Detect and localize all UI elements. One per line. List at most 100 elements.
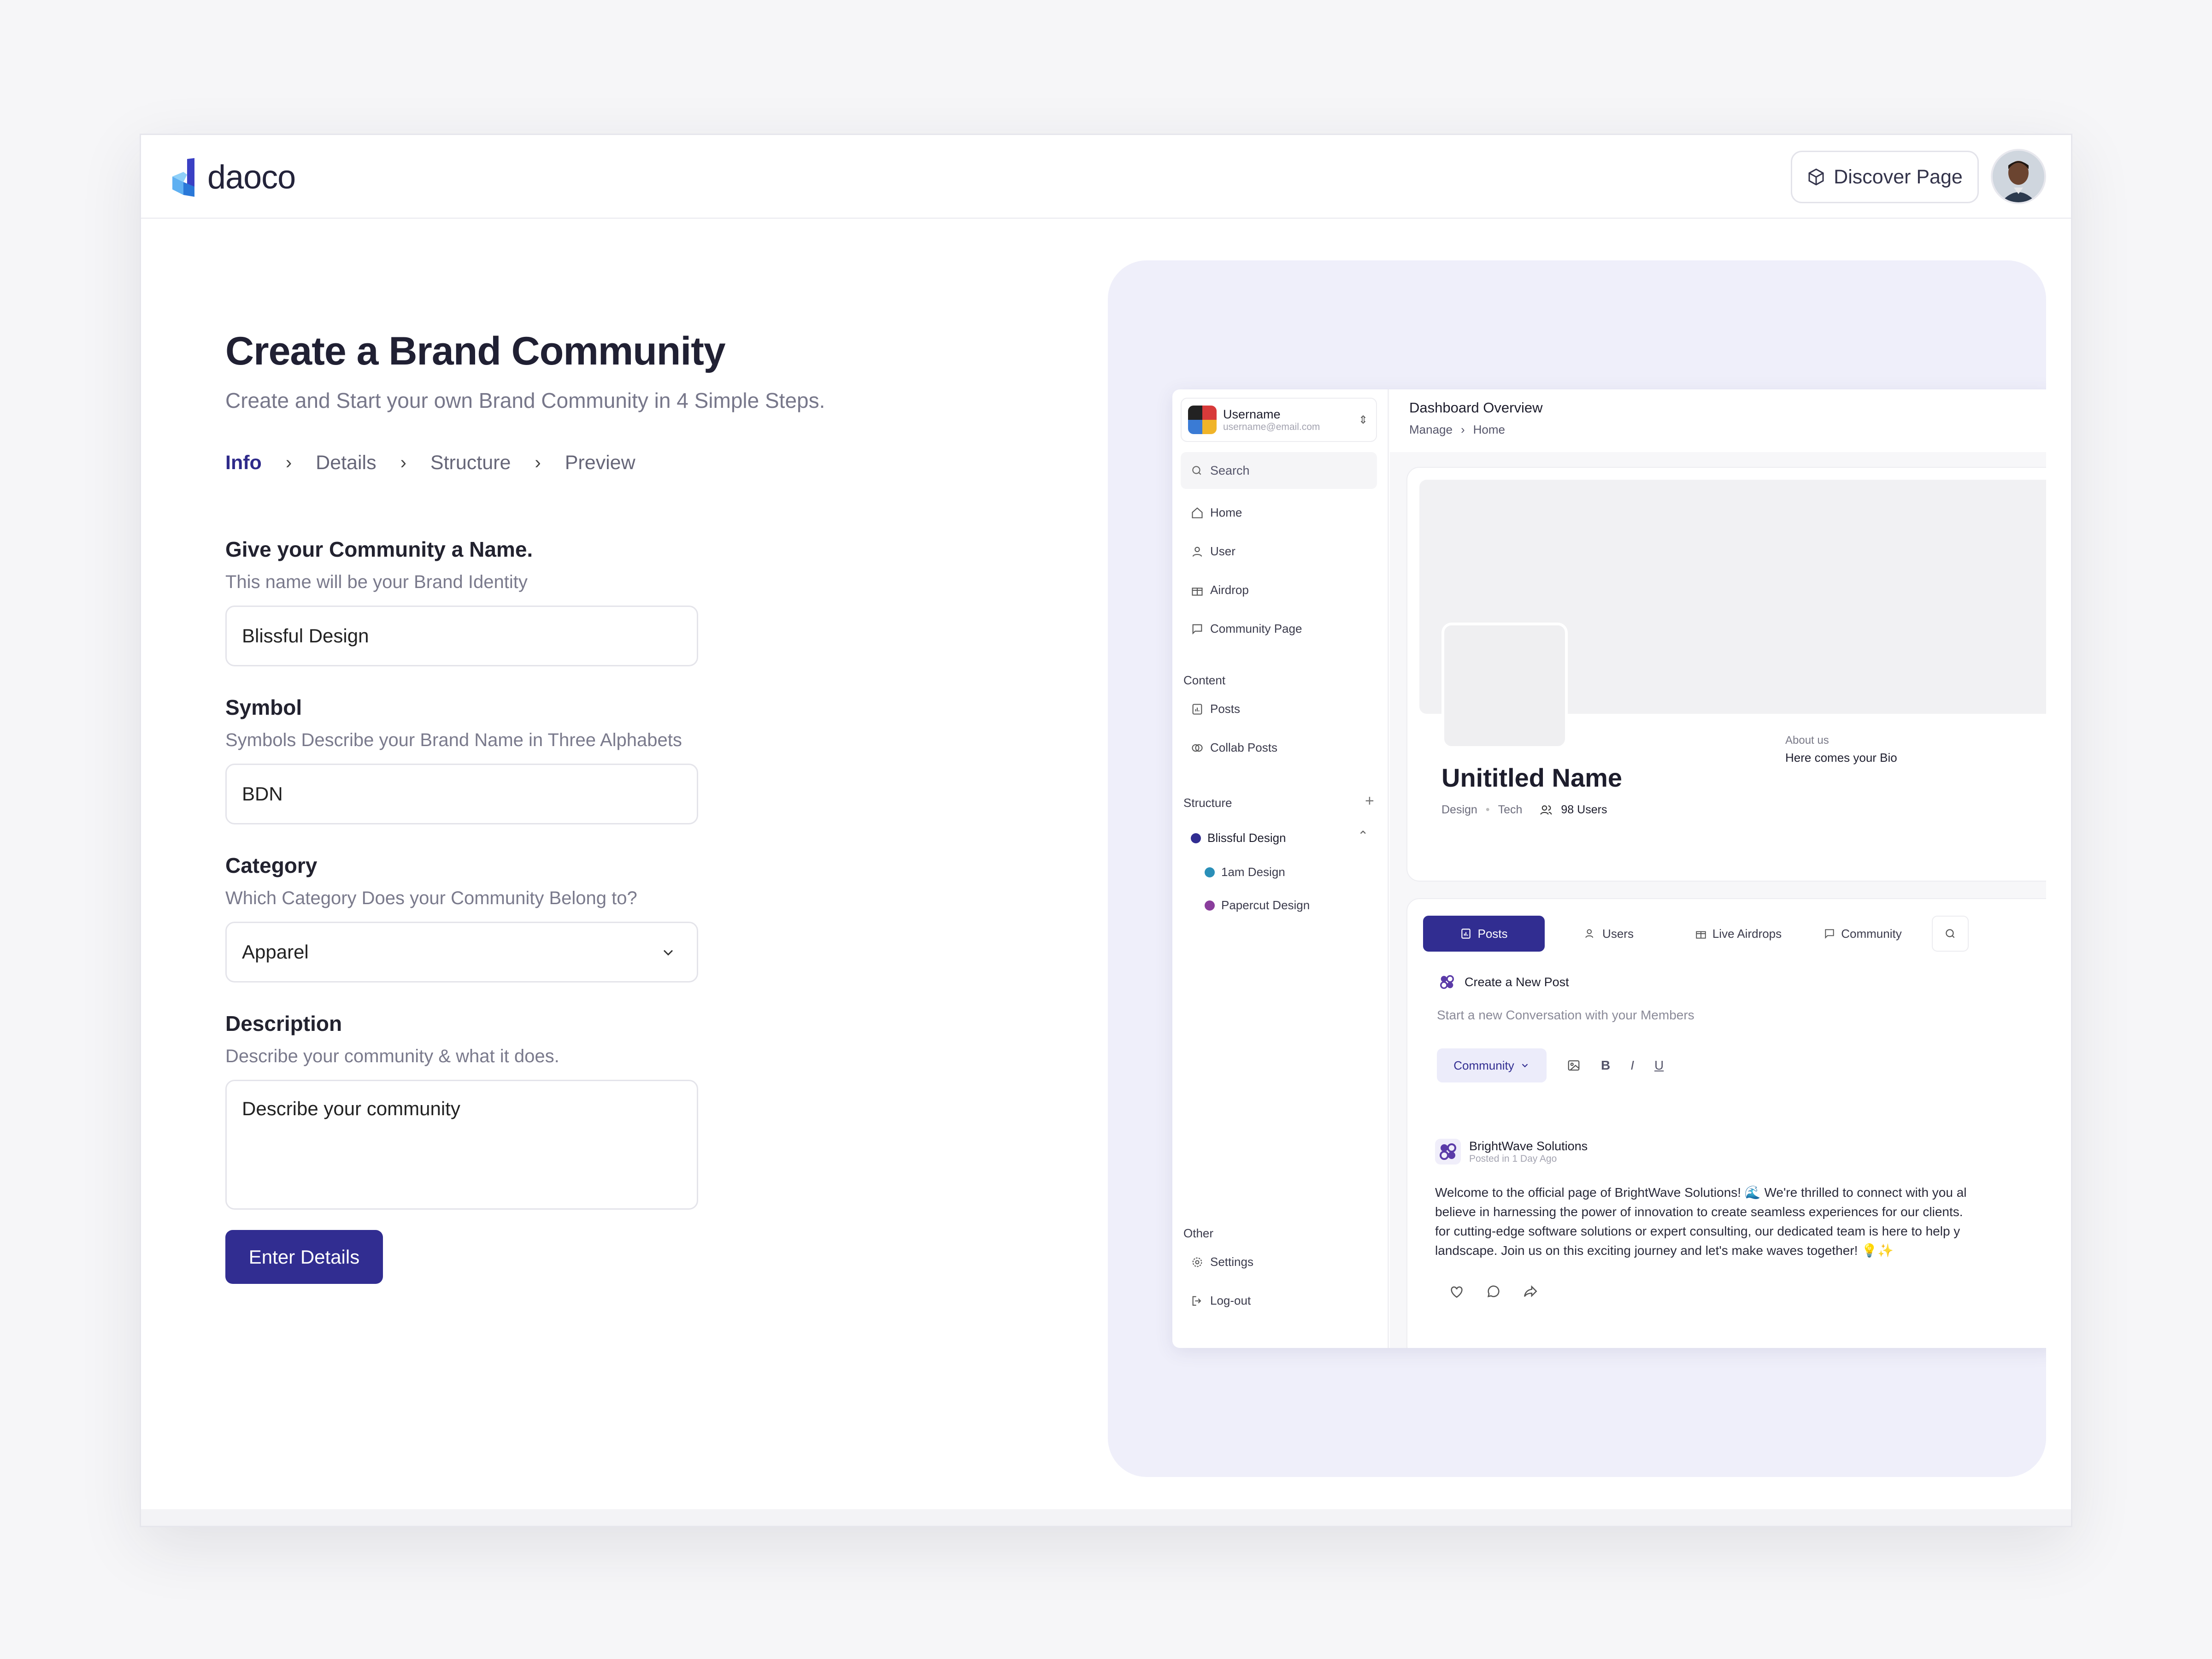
step-details[interactable]: Details <box>316 452 376 474</box>
mock-sidebar: Username username@email.com ⇕ Search Hom… <box>1172 389 1389 1348</box>
status-dot <box>1205 900 1215 911</box>
user-icon <box>1192 547 1202 557</box>
structure-item-blissful-design[interactable]: Blissful Design <box>1191 831 1286 845</box>
sidebar-item-home[interactable]: Home <box>1191 506 1242 520</box>
top-bar: daoco Discover Page <box>141 135 2071 219</box>
mock-search-input[interactable]: Search <box>1181 452 1377 489</box>
cube-icon <box>1808 168 1824 186</box>
sidebar-item-community-page[interactable]: Community Page <box>1191 622 1302 636</box>
tab-posts[interactable]: Posts <box>1423 916 1545 952</box>
status-dot <box>1191 833 1201 843</box>
create-post-composer: Create a New Post Start a new Conversati… <box>1423 973 2046 1116</box>
italic-icon[interactable]: I <box>1630 1058 1634 1073</box>
audience-dropdown[interactable]: Community <box>1437 1048 1547 1082</box>
profile-picture-placeholder[interactable] <box>1441 623 1568 749</box>
post-line: for cutting-edge software solutions or e… <box>1435 1224 1960 1238</box>
sidebar-item-label: User <box>1210 544 1235 558</box>
bold-icon[interactable]: B <box>1601 1058 1610 1073</box>
structure-item-papercut-design[interactable]: Papercut Design <box>1205 898 1310 912</box>
sidebar-item-settings[interactable]: Settings <box>1191 1255 1253 1269</box>
step-info[interactable]: Info <box>225 452 262 474</box>
user-avatar[interactable] <box>1991 149 2046 204</box>
breadcrumb-home[interactable]: Home <box>1473 423 1505 437</box>
image-icon[interactable] <box>1567 1059 1581 1072</box>
category-label: Category <box>225 853 318 877</box>
other-section-heading: Other <box>1183 1226 1214 1240</box>
chart-file-icon <box>1461 929 1471 939</box>
enter-details-button[interactable]: Enter Details <box>225 1230 383 1284</box>
logo-icon <box>172 158 194 197</box>
sidebar-item-label: Posts <box>1210 702 1241 716</box>
message-square-icon <box>1825 929 1834 939</box>
page-title: Create a Brand Community <box>225 329 726 373</box>
post-line: believe in harnessing the power of innov… <box>1435 1205 1963 1219</box>
sidebar-item-label: Airdrop <box>1210 583 1249 597</box>
home-icon <box>1192 507 1203 518</box>
sidebar-item-logout[interactable]: Log-out <box>1191 1294 1251 1308</box>
audience-label: Community <box>1453 1058 1514 1072</box>
sidebar-item-label: Settings <box>1210 1255 1253 1269</box>
step-preview[interactable]: Preview <box>565 452 635 474</box>
tab-users[interactable]: Users <box>1545 916 1674 952</box>
mock-main-area: Dashboard Overview Manage › Home Unititl… <box>1390 389 2046 1348</box>
chevron-up-icon[interactable]: ⌃ <box>1358 828 1368 843</box>
post-author[interactable]: BrightWave Solutions <box>1469 1139 1588 1153</box>
dashboard-title: Dashboard Overview <box>1409 400 1543 416</box>
sidebar-item-label: Log-out <box>1210 1294 1251 1307</box>
share-icon[interactable] <box>1523 1283 1538 1299</box>
user-count: 98 Users <box>1561 803 1607 816</box>
gift-icon <box>1696 931 1706 939</box>
structure-item-1am-design[interactable]: 1am Design <box>1205 865 1285 879</box>
post-header: BrightWave Solutions Posted in 1 Day Ago <box>1435 1139 2046 1165</box>
discover-page-label: Discover Page <box>1834 165 1963 188</box>
symbol-input[interactable]: BDN <box>225 764 698 824</box>
avatar-portrait <box>1993 151 2044 202</box>
structure-item-label: Papercut Design <box>1221 898 1310 912</box>
logo[interactable]: daoco <box>171 158 296 197</box>
account-username: Username <box>1223 407 1281 421</box>
composer-title: Create a New Post <box>1465 975 1569 989</box>
sidebar-item-user[interactable]: User <box>1191 544 1235 559</box>
chevron-down-icon <box>1522 1064 1528 1068</box>
message-square-icon <box>1192 624 1202 635</box>
tab-label: Live Airdrops <box>1712 926 1782 941</box>
feed-tabs: Posts Users Live Airdrops Community <box>1423 916 1969 952</box>
tab-community[interactable]: Community <box>1803 916 1923 952</box>
step-structure[interactable]: Structure <box>430 452 511 474</box>
account-avatar <box>1188 406 1217 434</box>
gift-icon <box>1192 587 1203 596</box>
sidebar-item-posts[interactable]: Posts <box>1191 702 1240 716</box>
name-help: This name will be your Brand Identity <box>225 572 528 592</box>
heart-icon[interactable] <box>1449 1283 1465 1299</box>
profile-card: Unititled Name Design • Tech 98 Users Ab… <box>1406 467 2046 882</box>
logo-text: daoco <box>207 159 296 196</box>
description-textarea[interactable]: Describe your community <box>225 1080 698 1210</box>
structure-section-heading: Structure <box>1183 796 1232 810</box>
tab-label: Users <box>1602 926 1634 941</box>
tab-search[interactable] <box>1932 916 1969 952</box>
feed-post: BrightWave Solutions Posted in 1 Day Ago… <box>1421 1139 2046 1299</box>
search-icon <box>1192 466 1201 475</box>
comment-icon[interactable] <box>1486 1283 1501 1299</box>
breadcrumb-manage[interactable]: Manage <box>1409 423 1453 437</box>
post-time: Posted in 1 Day Ago <box>1469 1153 1557 1164</box>
plus-icon[interactable]: + <box>1365 792 1374 810</box>
sidebar-item-label: Collab Posts <box>1210 741 1277 754</box>
sidebar-item-collab-posts[interactable]: Collab Posts <box>1191 741 1277 755</box>
mock-header: Dashboard Overview Manage › Home <box>1390 389 2046 452</box>
account-switcher[interactable]: Username username@email.com ⇕ <box>1181 398 1377 442</box>
composer-header: Create a New Post <box>1438 973 2046 991</box>
discover-page-button[interactable]: Discover Page <box>1791 151 1979 203</box>
category-selected-value: Apparel <box>242 941 309 963</box>
community-name: Unititled Name <box>1441 763 1623 792</box>
gear-icon <box>1192 1257 1202 1267</box>
dashboard-preview-panel: Username username@email.com ⇕ Search Hom… <box>1108 260 2046 1477</box>
sidebar-item-airdrop[interactable]: Airdrop <box>1191 583 1249 597</box>
category-select[interactable]: Apparel <box>225 922 698 982</box>
underline-icon[interactable]: U <box>1654 1058 1664 1073</box>
tab-live-airdrops[interactable]: Live Airdrops <box>1674 916 1803 952</box>
composer-input[interactable]: Start a new Conversation with your Membe… <box>1437 1008 2046 1023</box>
app-window: daoco Discover Page Create a Brand Commu… <box>140 134 2072 1527</box>
sidebar-item-label: Home <box>1210 506 1242 519</box>
community-name-input[interactable]: Blissful Design <box>225 606 698 666</box>
